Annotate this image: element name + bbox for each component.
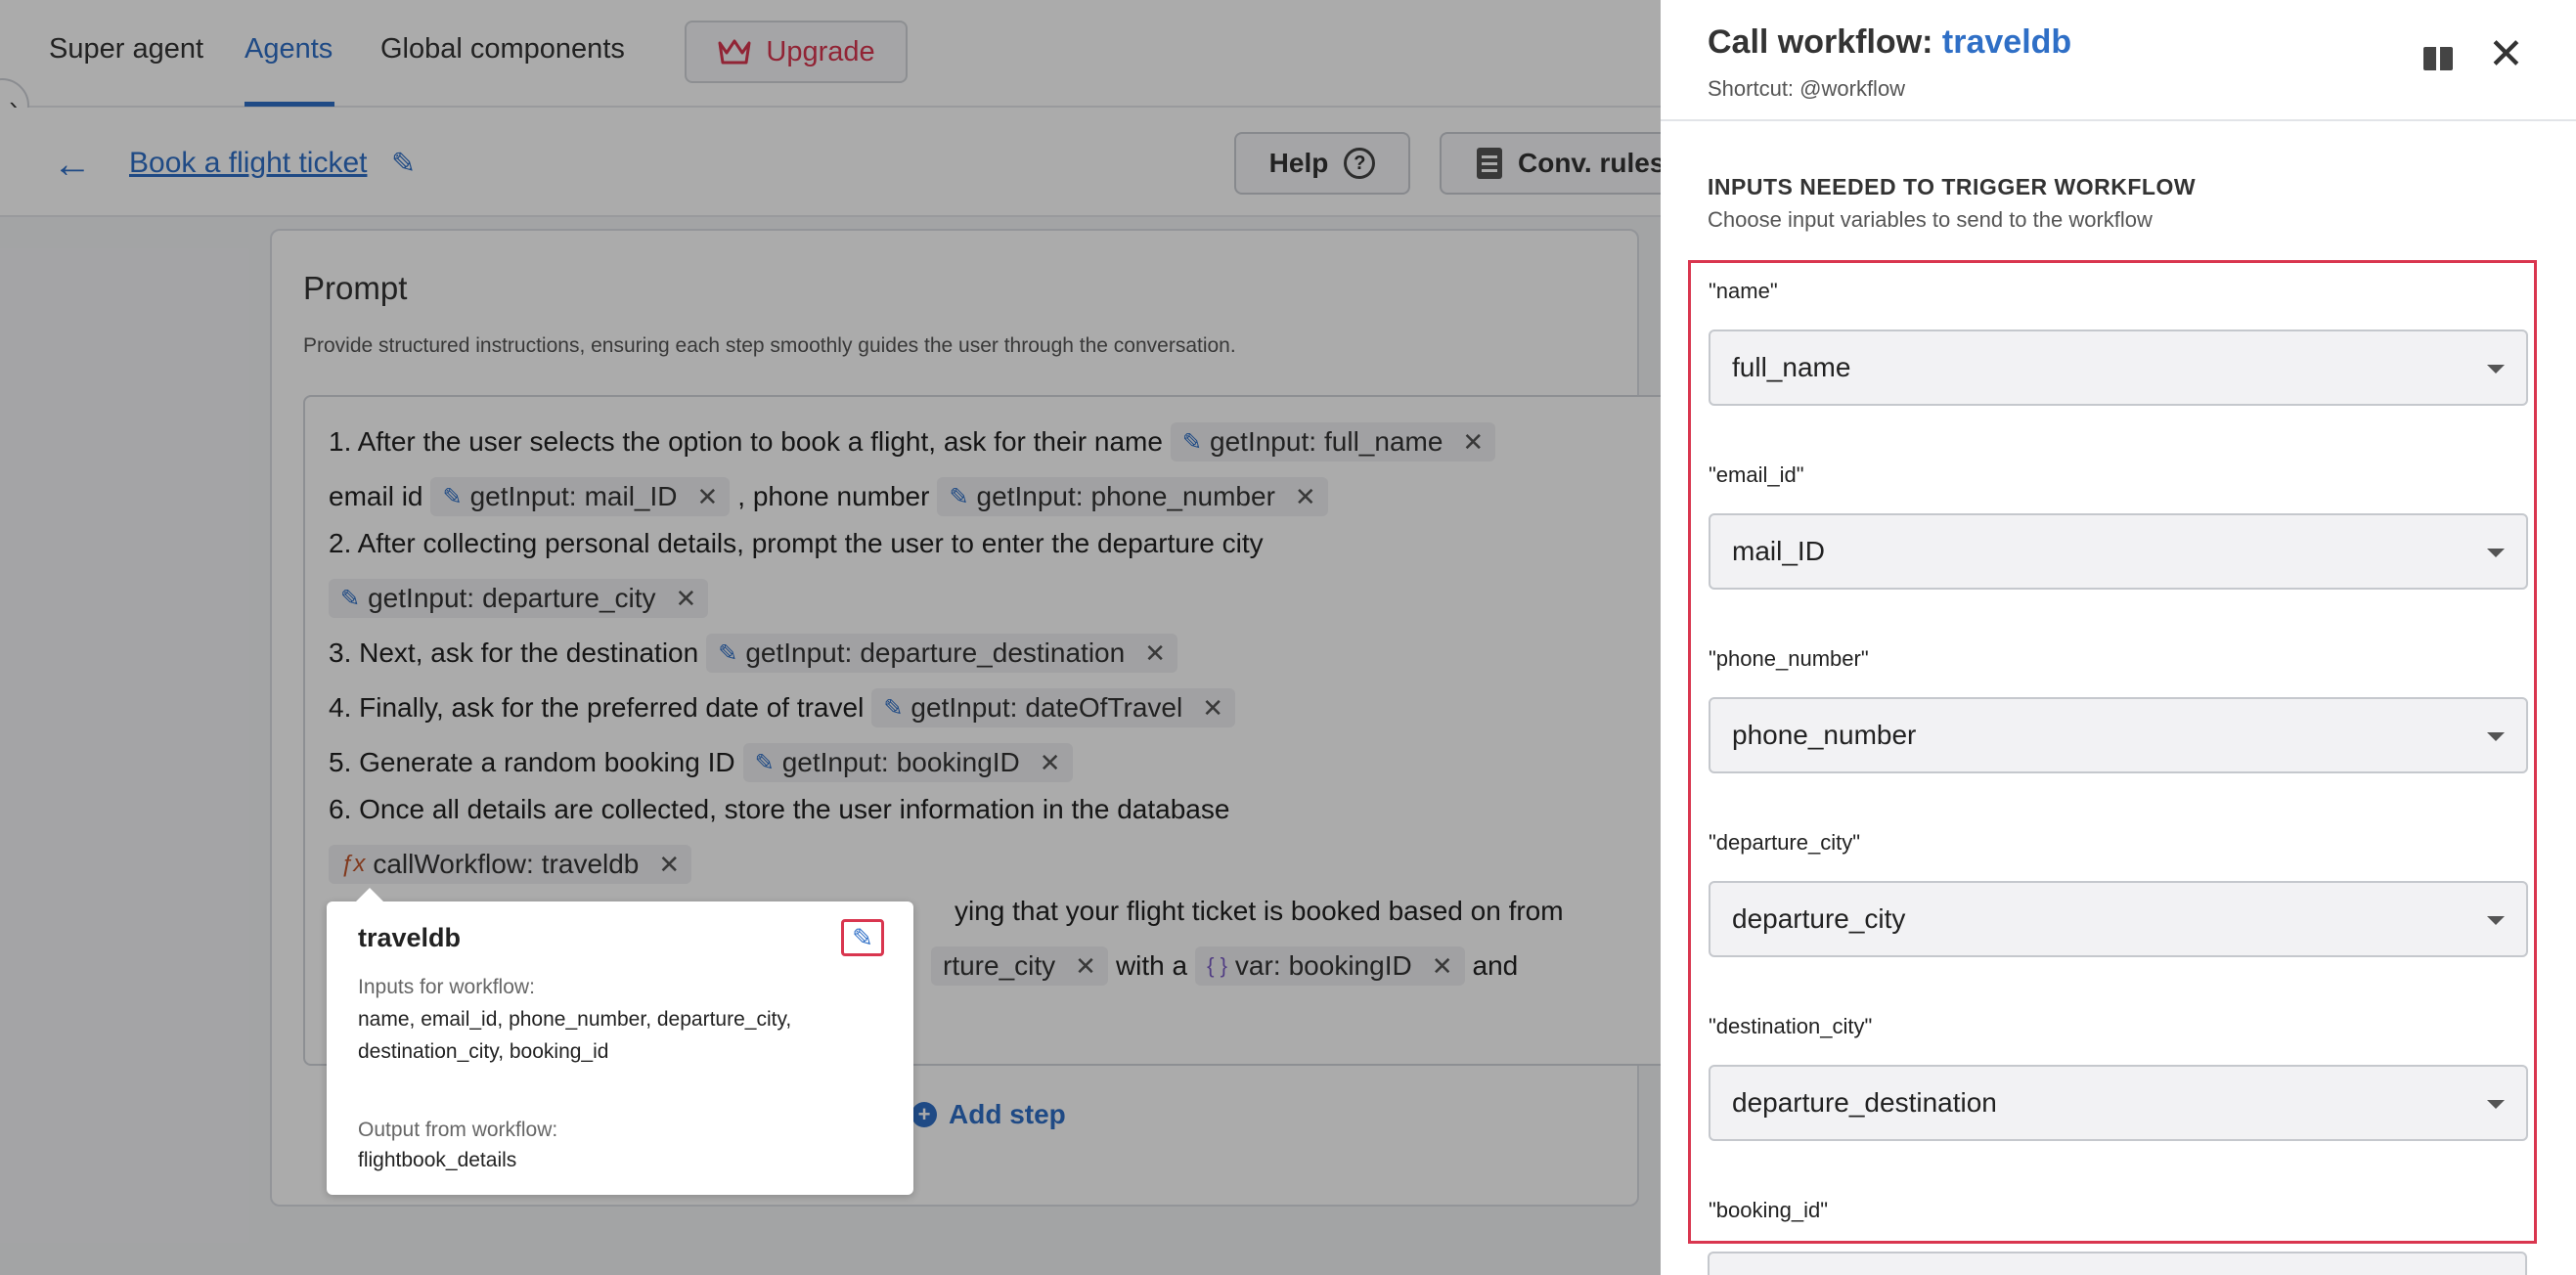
- inputs-label: Inputs for workflow:: [358, 976, 535, 998]
- caret-down-icon: [2487, 365, 2505, 374]
- caret-down-icon: [2487, 549, 2505, 557]
- select-value: departure_city: [1732, 903, 1906, 934]
- panel-shortcut: Shortcut: @workflow: [1708, 76, 1906, 101]
- book-icon[interactable]: [2423, 47, 2453, 70]
- call-workflow-panel: Call workflow: traveldb Shortcut: @workf…: [1661, 0, 2576, 1275]
- field-label: "phone_number": [1709, 646, 1869, 671]
- section-description: Choose input variables to send to the wo…: [1708, 207, 2153, 232]
- workflow-link[interactable]: traveldb: [1942, 23, 2071, 61]
- field-label: "booking_id": [1709, 1198, 1829, 1222]
- close-icon[interactable]: ✕: [2488, 33, 2524, 76]
- caret-down-icon: [2487, 732, 2505, 741]
- select-value: phone_number: [1732, 720, 1917, 750]
- outputs-label: Output from workflow:: [358, 1119, 558, 1141]
- field-label: "departure_city": [1709, 830, 1861, 855]
- field-label: "destination_city": [1709, 1014, 1873, 1038]
- popover-title: traveldb: [358, 923, 462, 952]
- workflow-popover: traveldb ✎ Inputs for workflow: name, em…: [327, 888, 913, 1195]
- panel-header: Call workflow: traveldb Shortcut: @workf…: [1661, 0, 2576, 121]
- panel-title-prefix: Call workflow:: [1708, 23, 1933, 61]
- destination-city-select[interactable]: departure_destination: [1709, 1065, 2528, 1141]
- select-value: mail_ID: [1732, 536, 1825, 566]
- select-value: full_name: [1732, 352, 1851, 382]
- booking-id-select[interactable]: [1708, 1252, 2527, 1275]
- section-title: INPUTS NEEDED TO TRIGGER WORKFLOW: [1708, 174, 2197, 199]
- inputs-mapping-box: "name" full_name "email_id" mail_ID "pho…: [1688, 260, 2537, 1244]
- inputs-value: name, email_id, phone_number, departure_…: [358, 1008, 792, 1063]
- departure-city-select[interactable]: departure_city: [1709, 881, 2528, 957]
- field-label: "name": [1709, 279, 1778, 303]
- edit-workflow-button[interactable]: ✎: [841, 919, 884, 956]
- name-select[interactable]: full_name: [1709, 330, 2528, 406]
- phone-number-select[interactable]: phone_number: [1709, 697, 2528, 773]
- panel-title: Call workflow: traveldb: [1708, 23, 2071, 62]
- email-id-select[interactable]: mail_ID: [1709, 513, 2528, 590]
- field-label: "email_id": [1709, 462, 1804, 487]
- select-value: departure_destination: [1732, 1087, 1997, 1118]
- caret-down-icon: [2487, 1100, 2505, 1109]
- caret-down-icon: [2487, 916, 2505, 925]
- outputs-value: flightbook_details: [358, 1149, 517, 1171]
- pencil-icon: ✎: [852, 922, 873, 952]
